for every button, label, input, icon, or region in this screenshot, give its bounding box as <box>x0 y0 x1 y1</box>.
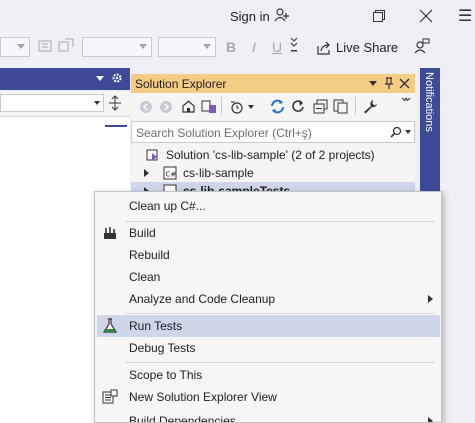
window-edge <box>440 68 475 423</box>
menu-item-clean-up-csharp[interactable]: Clean up C#... <box>95 195 441 217</box>
menu-separator <box>125 313 435 314</box>
outdent-icon[interactable] <box>38 40 52 52</box>
menu-item-label: Clean up C#... <box>129 199 206 213</box>
bold-button[interactable]: B <box>226 39 236 55</box>
svg-text:C#: C# <box>166 171 177 179</box>
back-icon[interactable] <box>139 100 153 114</box>
pin-icon[interactable] <box>383 77 395 90</box>
menu-item-label: Rebuild <box>129 248 170 262</box>
tree-item-label: cs-lib-sample <box>183 166 254 180</box>
feedback-icon[interactable] <box>414 38 430 54</box>
wrench-icon[interactable] <box>363 99 378 114</box>
switch-views-icon[interactable] <box>201 99 217 114</box>
solution-explorer-titlebar: Solution Explorer <box>131 74 415 93</box>
menu-item-rebuild[interactable]: Rebuild <box>95 244 441 266</box>
resize-icon[interactable] <box>58 38 74 52</box>
sign-in-link[interactable]: Sign in <box>230 9 270 24</box>
menu-item-label: Run Tests <box>129 319 183 333</box>
menu-item-label: Clean <box>129 270 161 284</box>
menu-item-new-solution-explorer-view[interactable]: New Solution Explorer View <box>95 386 441 408</box>
solution-explorer-title: Solution Explorer <box>135 77 227 91</box>
sync-icon[interactable] <box>269 98 286 115</box>
solution-icon <box>146 149 158 161</box>
menu-item-analyze-cleanup[interactable]: Analyze and Code Cleanup <box>95 288 441 310</box>
menu-item-build[interactable]: Build <box>95 222 441 244</box>
gear-icon[interactable] <box>111 72 123 84</box>
underline-button[interactable]: U <box>272 39 282 55</box>
menu-item-run-tests[interactable]: Run Tests <box>97 315 440 337</box>
home-icon[interactable] <box>181 99 196 114</box>
build-icon <box>104 227 116 239</box>
menu-item-debug-tests[interactable]: Debug Tests <box>95 337 441 359</box>
new-view-icon <box>102 389 118 404</box>
restore-window-icon[interactable] <box>372 9 386 23</box>
split-editor-icon[interactable] <box>108 95 122 111</box>
navigation-dropdown[interactable] <box>0 94 104 112</box>
menu-item-label: Scope to This <box>129 368 203 382</box>
submenu-arrow-icon <box>428 417 433 422</box>
flask-icon <box>102 318 118 333</box>
toolbar-combo-left[interactable] <box>0 37 30 57</box>
show-all-files-icon[interactable] <box>333 99 348 114</box>
menu-item-label: Debug Tests <box>129 341 196 355</box>
solution-explorer-search-input[interactable]: Search Solution Explorer (Ctrl+ş) <box>131 121 415 143</box>
forward-icon[interactable] <box>159 100 173 114</box>
editor-scroll-marker <box>105 125 127 127</box>
context-menu: Clean up C#... Build Rebuild Clean Analy… <box>94 191 442 423</box>
document-tab-strip <box>0 68 130 90</box>
tab-dropdown-icon[interactable] <box>96 76 104 81</box>
tree-item-project[interactable]: C# cs-lib-sample <box>131 164 415 182</box>
toolbar-overflow-icon[interactable] <box>290 36 298 56</box>
search-options-icon[interactable] <box>405 130 411 134</box>
refresh-icon[interactable] <box>291 99 305 114</box>
hamburger-menu-icon[interactable]: ☰ <box>458 6 472 26</box>
solution-explorer-toolbar <box>131 94 415 120</box>
menu-item-label: Analyze and Code Cleanup <box>129 292 276 306</box>
add-user-icon[interactable] <box>274 7 290 23</box>
csharp-project-icon: C# <box>163 166 177 180</box>
menu-item-label: New Solution Explorer View <box>129 390 277 404</box>
menu-item-build-dependencies[interactable]: Build Dependencies <box>95 410 441 423</box>
tree-item-solution[interactable]: Solution 'cs-lib-sample' (2 of 2 project… <box>131 146 415 164</box>
italic-button[interactable]: I <box>252 39 256 55</box>
search-icon[interactable] <box>390 126 402 138</box>
menu-item-label: Build Dependencies <box>129 414 236 423</box>
menu-separator <box>125 362 435 363</box>
menu-item-label: Build <box>129 226 156 240</box>
toolbar-overflow-icon[interactable] <box>401 96 411 106</box>
close-window-icon[interactable] <box>418 8 434 24</box>
collapse-all-icon[interactable] <box>313 99 328 114</box>
tree-item-label: Solution 'cs-lib-sample' (2 of 2 project… <box>166 148 375 162</box>
font-family-combo[interactable] <box>82 37 152 57</box>
panel-dropdown-icon[interactable] <box>369 81 377 86</box>
share-icon <box>317 41 330 55</box>
editor-navigation-bar <box>0 92 130 117</box>
submenu-arrow-icon <box>428 295 433 303</box>
live-share-label: Live Share <box>336 40 399 55</box>
pending-changes-filter-icon[interactable] <box>229 99 245 115</box>
font-size-combo[interactable] <box>158 37 216 57</box>
menu-item-clean[interactable]: Clean <box>95 266 441 288</box>
filter-dropdown-icon[interactable] <box>248 105 254 109</box>
menu-item-scope-to-this[interactable]: Scope to This <box>95 364 441 386</box>
notifications-tab[interactable]: Notifications <box>423 72 435 132</box>
expand-chevron-icon[interactable] <box>144 169 149 177</box>
close-panel-icon[interactable] <box>399 78 410 89</box>
search-placeholder: Search Solution Explorer (Ctrl+ş) <box>136 126 312 140</box>
